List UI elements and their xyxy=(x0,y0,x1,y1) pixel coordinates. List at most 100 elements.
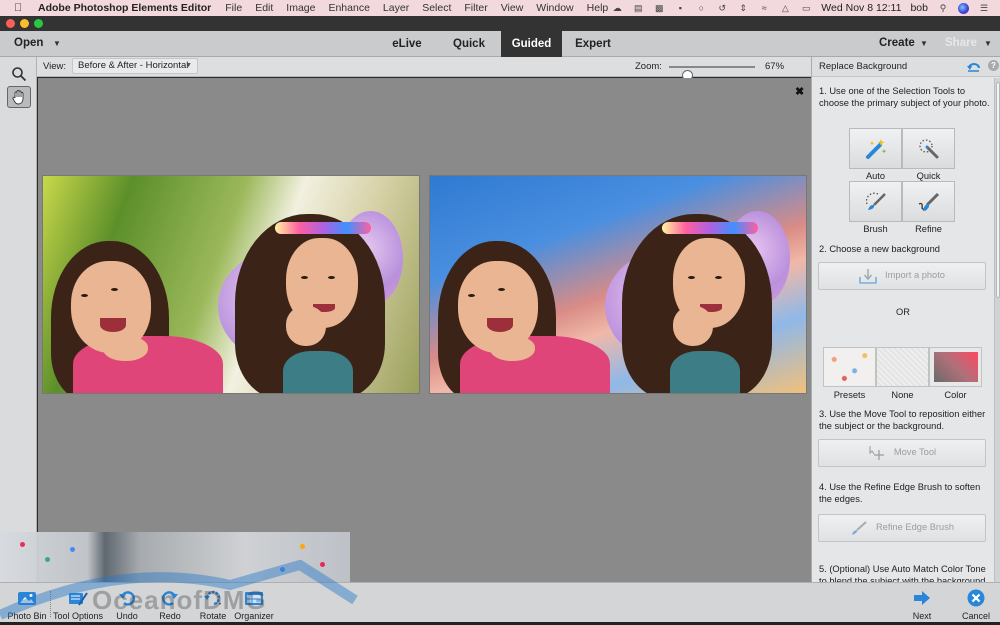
view-label: View: xyxy=(43,61,67,72)
photo-bin-icon xyxy=(16,588,38,608)
quick-selection-button[interactable] xyxy=(902,128,955,169)
panel-scrollbar-thumb[interactable] xyxy=(996,82,1000,298)
reset-icon[interactable] xyxy=(967,60,980,72)
screens-icon[interactable]: ▪ xyxy=(674,3,686,13)
presets-label: Presets xyxy=(833,390,866,400)
zoom-value: 67% xyxy=(765,61,785,72)
color-label: Color xyxy=(944,390,967,400)
help-icon[interactable]: ? xyxy=(988,60,999,71)
open-button[interactable]: Open xyxy=(14,37,43,49)
color-swatch xyxy=(934,352,978,382)
tab-guided[interactable]: Guided xyxy=(501,31,562,57)
zoom-tool-button[interactable] xyxy=(7,63,31,85)
auto-selection-button[interactable] xyxy=(849,128,902,169)
time-machine-icon[interactable]: ↺ xyxy=(716,3,728,13)
next-button[interactable]: Next xyxy=(905,583,939,623)
color-background-button[interactable] xyxy=(929,347,982,387)
menu-enhance[interactable]: Enhance xyxy=(328,2,369,14)
move-tool-button[interactable]: Move Tool xyxy=(818,439,986,467)
redo-button[interactable]: Redo xyxy=(155,583,185,623)
step-2-text: 2. Choose a new background xyxy=(819,244,940,254)
fullscreen-window-button[interactable] xyxy=(34,19,43,28)
close-preview-icon[interactable]: ✖ xyxy=(795,85,804,98)
share-button[interactable]: Share xyxy=(945,37,977,49)
rotate-icon xyxy=(202,588,224,608)
arrow-right-icon xyxy=(911,588,933,608)
share-dropdown-caret-icon[interactable]: ▼ xyxy=(984,39,992,48)
create-dropdown-caret-icon[interactable]: ▼ xyxy=(920,39,928,48)
hand-tool-button[interactable] xyxy=(7,86,31,108)
guided-edit-panel: Replace Background ? 1. Use one of the S… xyxy=(811,57,1000,582)
view-mode-select[interactable]: Before & After - Horizontal ▼ xyxy=(72,58,198,74)
undo-label: Undo xyxy=(116,611,138,621)
step-3-text: 3. Use the Move Tool to reposition eithe… xyxy=(819,409,986,431)
menu-layer[interactable]: Layer xyxy=(383,2,409,14)
open-dropdown-caret-icon[interactable]: ▼ xyxy=(53,39,61,48)
tab-quick[interactable]: Quick xyxy=(446,31,492,57)
organizer-icon xyxy=(243,588,265,608)
menu-image[interactable]: Image xyxy=(286,2,315,14)
cancel-button[interactable]: Cancel xyxy=(958,583,994,623)
zoom-slider[interactable] xyxy=(669,66,755,81)
create-button[interactable]: Create xyxy=(879,37,915,49)
battery-icon[interactable]: ▭ xyxy=(800,3,812,13)
bottom-taskbar: Photo Bin Tool Options Undo Redo Rotate … xyxy=(0,582,1000,622)
import-photo-button[interactable]: Import a photo xyxy=(818,262,986,290)
menu-edit[interactable]: Edit xyxy=(255,2,273,14)
brush-selection-button[interactable] xyxy=(849,181,902,222)
minimize-window-button[interactable] xyxy=(20,19,29,28)
refine-selection-icon xyxy=(918,192,939,211)
none-label: None xyxy=(891,390,914,400)
menu-filter[interactable]: Filter xyxy=(464,2,487,14)
panel-title: Replace Background xyxy=(819,61,908,72)
taskbar-divider xyxy=(50,591,51,617)
refine-edge-brush-button[interactable]: Refine Edge Brush xyxy=(818,514,986,542)
tool-options-bar: View: Before & After - Horizontal ▼ Zoom… xyxy=(37,57,811,81)
tab-expert[interactable]: Expert xyxy=(568,31,618,57)
photo-bin-button[interactable]: Photo Bin xyxy=(4,583,50,623)
spotlight-icon[interactable]: ⚲ xyxy=(937,3,949,13)
wifi-icon[interactable]: ≈ xyxy=(758,3,770,13)
menu-view[interactable]: View xyxy=(501,2,524,14)
notification-center-icon[interactable]: ☰ xyxy=(978,3,990,13)
undo-button[interactable]: Undo xyxy=(112,583,142,623)
rotate-button[interactable]: Rotate xyxy=(196,583,230,623)
panel-header: Replace Background ? xyxy=(812,57,1000,77)
display-icon[interactable]: ▩ xyxy=(653,3,665,13)
tool-options-button[interactable]: Tool Options xyxy=(52,583,104,623)
panel-scrollbar[interactable] xyxy=(994,78,1000,582)
menu-help[interactable]: Help xyxy=(587,2,609,14)
apple-menu-icon[interactable]:  xyxy=(14,2,28,14)
search-disabled-icon[interactable]: ○ xyxy=(695,3,707,13)
quick-selection-icon xyxy=(918,138,938,158)
menu-select[interactable]: Select xyxy=(422,2,451,14)
siri-icon[interactable] xyxy=(958,2,969,14)
none-background-button[interactable] xyxy=(876,347,929,387)
refine-edge-brush-label: Refine Edge Brush xyxy=(875,522,955,533)
refine-selection-button[interactable] xyxy=(902,181,955,222)
move-tool-icon xyxy=(869,446,884,460)
creative-cloud-icon[interactable]: ☁ xyxy=(611,3,623,13)
macos-menu-bar:  Adobe Photoshop Elements Editor File E… xyxy=(0,0,1000,16)
import-photo-label: Import a photo xyxy=(885,270,945,281)
image-canvas[interactable]: ✖ xyxy=(38,78,811,582)
background-overlay-strip xyxy=(0,532,350,582)
magic-wand-icon xyxy=(865,138,886,159)
app-name-menu[interactable]: Adobe Photoshop Elements Editor xyxy=(38,2,211,14)
menu-user[interactable]: bob xyxy=(910,2,928,14)
menu-clock[interactable]: Wed Nov 8 12:11 xyxy=(821,2,901,14)
toolbox xyxy=(0,57,37,582)
after-image[interactable] xyxy=(429,175,807,394)
presets-background-button[interactable] xyxy=(823,347,876,387)
airplay-icon[interactable]: △ xyxy=(779,3,791,13)
tab-elive[interactable]: eLive xyxy=(386,31,428,57)
refine-label: Refine xyxy=(915,224,942,234)
hand-icon xyxy=(12,90,24,105)
before-image[interactable] xyxy=(42,175,420,394)
menu-window[interactable]: Window xyxy=(536,2,573,14)
clipboard-icon[interactable]: ▤ xyxy=(632,3,644,13)
close-window-button[interactable] xyxy=(6,19,15,28)
menu-file[interactable]: File xyxy=(225,2,242,14)
bluetooth-icon[interactable]: ⇕ xyxy=(737,3,749,13)
organizer-button[interactable]: Organizer xyxy=(233,583,275,623)
